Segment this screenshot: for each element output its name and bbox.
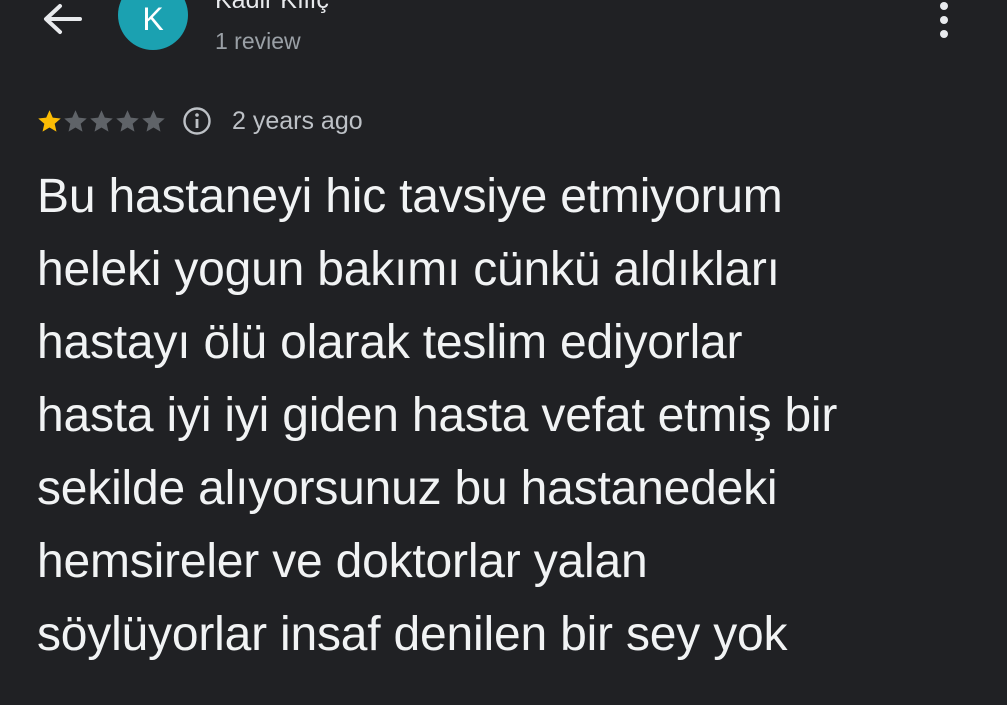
star-empty-icon — [142, 109, 165, 132]
review-meta: 2 years ago — [36, 102, 363, 140]
review-count: 1 review — [215, 28, 301, 54]
more-vertical-icon — [940, 2, 948, 10]
review-time: 2 years ago — [232, 106, 363, 135]
star-rating — [36, 108, 166, 135]
star-empty-icon — [64, 109, 87, 132]
star-empty-icon — [90, 109, 113, 132]
avatar-letter: K — [142, 1, 164, 37]
avatar[interactable]: K — [118, 0, 188, 50]
more-options-button[interactable] — [928, 0, 960, 40]
review-header: K Kadir Kılıç 1 review — [0, 0, 1007, 80]
arrow-back-icon — [44, 4, 82, 34]
star-empty-icon — [116, 109, 139, 132]
author-name[interactable]: Kadir Kılıç — [215, 0, 329, 15]
review-text: Bu hastaneyi hic tavsiye etmiyorum helek… — [37, 170, 838, 661]
star-filled-icon — [38, 109, 61, 132]
info-icon[interactable] — [182, 106, 212, 136]
back-button[interactable] — [40, 0, 84, 40]
